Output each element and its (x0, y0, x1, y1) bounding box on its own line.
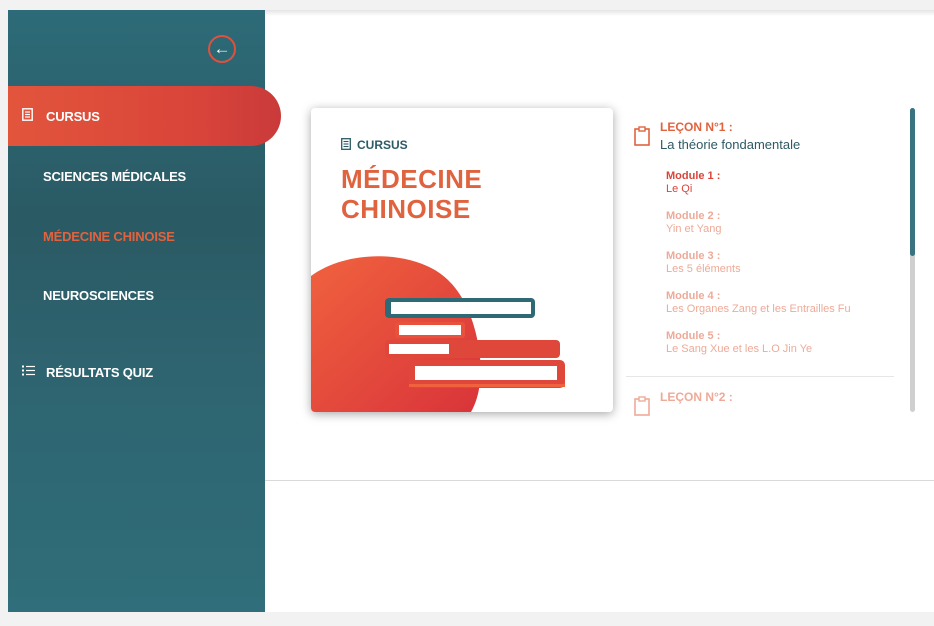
course-card[interactable]: CURSUS MÉDECINE CHINOISE (311, 108, 613, 412)
list-icon (22, 365, 40, 379)
sidebar-item-neurosciences[interactable]: NEUROSCIENCES (8, 265, 300, 325)
back-button[interactable]: ← (208, 35, 236, 63)
lesson-header[interactable]: LEÇON N°1 : La théorie fondamentale (634, 120, 800, 152)
module-name: Yin et Yang (666, 223, 722, 235)
app-window: ← CURSUS SCIENCES MÉDICALES MÉDECINE CHI… (8, 10, 934, 612)
sidebar-item-label: MÉDECINE CHINOISE (43, 228, 175, 244)
sidebar-item-resultats-quiz[interactable]: RÉSULTATS QUIZ (8, 342, 265, 402)
lesson-divider (626, 376, 894, 377)
clipboard-icon (634, 396, 650, 416)
module-title: Module 1 : (666, 170, 721, 182)
scrollbar-thumb[interactable] (910, 108, 915, 256)
sidebar-item-label: SCIENCES MÉDICALES (43, 168, 187, 184)
arrow-left-icon: ← (213, 39, 231, 58)
module-title: Module 4 : (666, 290, 721, 302)
module-item[interactable]: Module 2 : Yin et Yang (666, 210, 721, 236)
module-title: Module 5 : (666, 330, 721, 342)
sidebar-item-label: NEUROSCIENCES (43, 287, 154, 303)
lesson-title: La théorie fondamentale (660, 137, 801, 152)
lessons-list: LEÇON N°1 : La théorie fondamentale Modu… (626, 110, 916, 420)
top-bar (264, 10, 934, 16)
module-item[interactable]: Module 5 : Le Sang Xue et les L.O Jin Ye (666, 330, 812, 356)
content-divider (265, 480, 934, 481)
module-title: Module 3 : (666, 250, 721, 262)
module-name: Le Sang Xue et les L.O Jin Ye (666, 343, 813, 355)
module-item[interactable]: Module 1 : Le Qi (666, 170, 720, 196)
sidebar-item-medecine-chinoise[interactable]: MÉDECINE CHINOISE (8, 206, 300, 266)
module-name: Les 5 éléments (666, 263, 741, 275)
sidebar-item-label: RÉSULTATS QUIZ (46, 364, 153, 380)
sidebar-item-cursus[interactable]: CURSUS (8, 86, 281, 146)
module-name: Les Organes Zang et les Entrailles Fu (666, 303, 851, 315)
lesson-number: LEÇON N°2 : (660, 390, 733, 404)
book-icon (22, 108, 40, 124)
sidebar-item-sciences-medicales[interactable]: SCIENCES MÉDICALES (8, 146, 300, 206)
module-title: Module 2 : (666, 210, 721, 222)
module-name: Le Qi (666, 183, 693, 195)
lesson-header[interactable]: LEÇON N°2 : (634, 390, 733, 416)
clipboard-icon (634, 126, 650, 146)
books-illustration (311, 256, 565, 412)
module-item[interactable]: Module 4 : Les Organes Zang et les Entra… (666, 290, 851, 316)
lesson-number: LEÇON N°1 : (660, 120, 733, 134)
sidebar-item-label: CURSUS (46, 108, 100, 124)
sidebar: ← CURSUS SCIENCES MÉDICALES MÉDECINE CHI… (8, 10, 281, 612)
module-item[interactable]: Module 3 : Les 5 éléments (666, 250, 741, 276)
